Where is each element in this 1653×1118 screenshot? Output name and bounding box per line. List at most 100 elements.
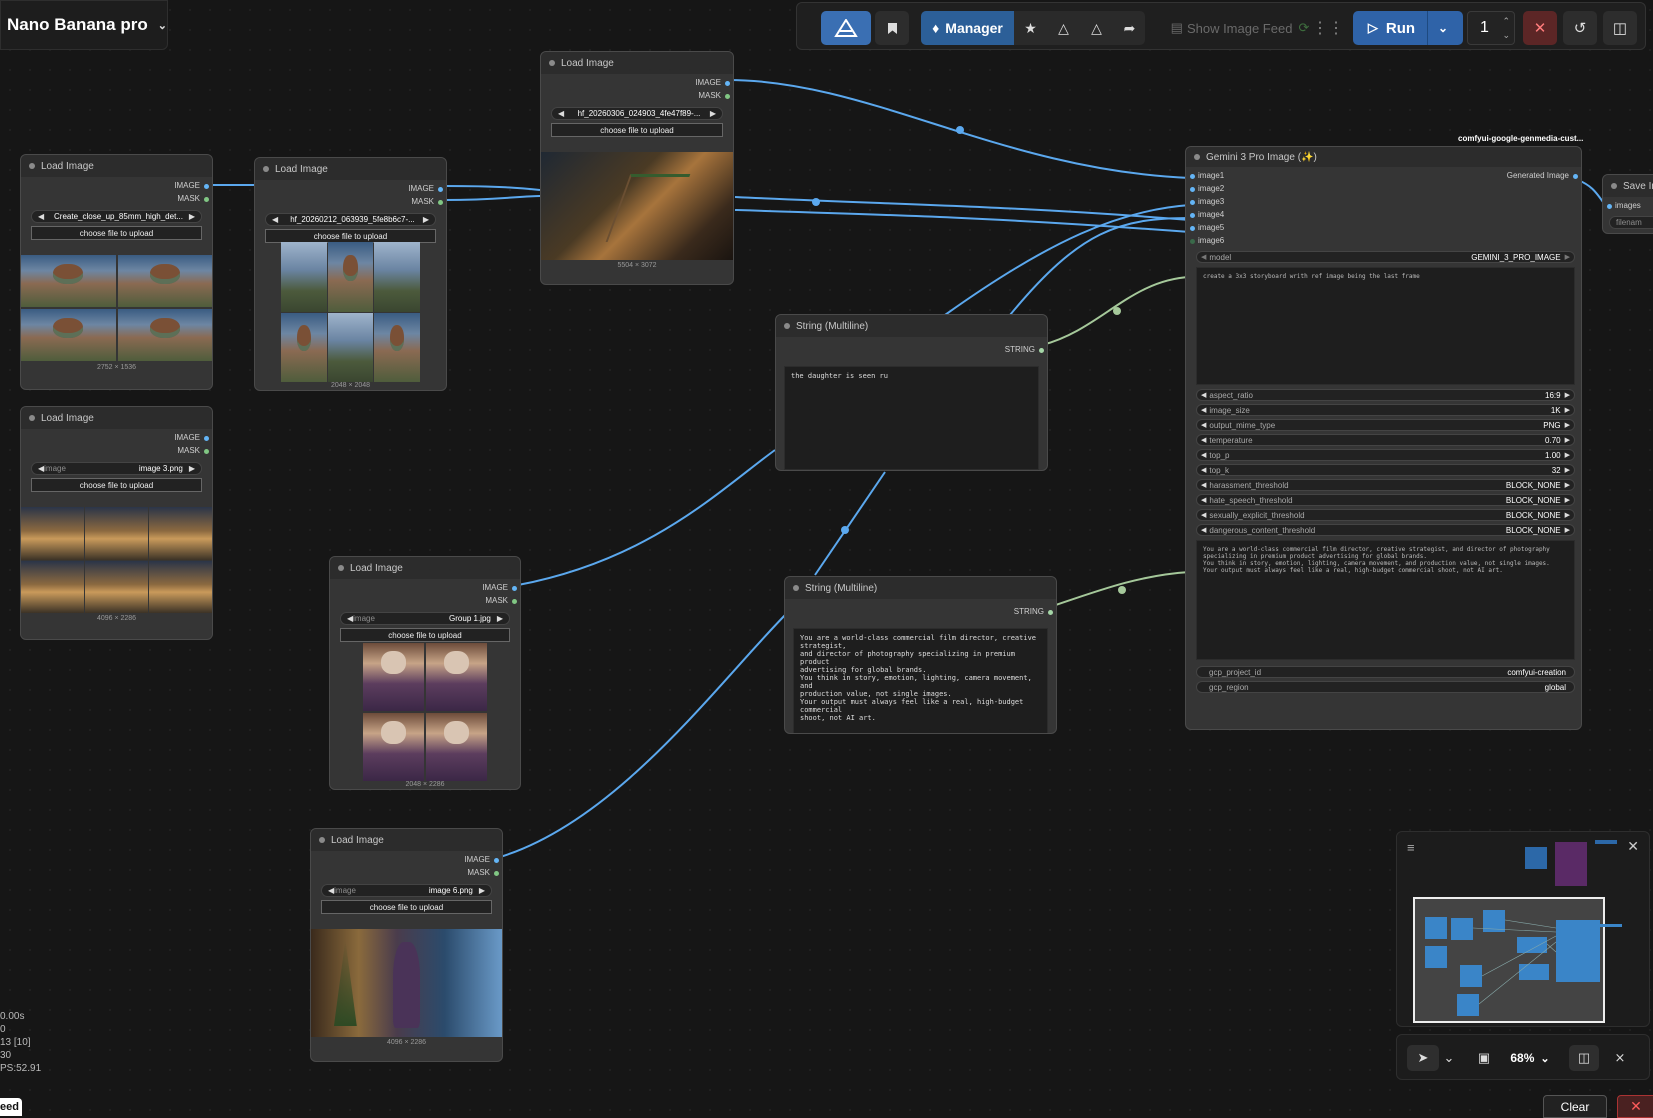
upload-button[interactable]: choose file to upload [31,478,202,492]
comfy-logo-button[interactable] [821,11,871,45]
load-image-node[interactable]: Load Image IMAGE MASK ◀ image Group 1.jpg ▶… [329,556,521,790]
string-multiline-node[interactable]: String (Multiline) STRING You are a worl… [784,576,1057,734]
output-image[interactable]: IMAGE [311,855,502,868]
left-arrow-icon[interactable]: ◀ [1201,481,1206,489]
workflow-title[interactable]: Nano Banana pro ⌄ [0,0,168,50]
left-arrow-icon[interactable]: ◀ [1201,466,1206,474]
zoom-level-button[interactable]: 68% ⌄ [1503,1045,1557,1071]
collapse-dot-icon[interactable] [549,60,555,66]
param-aspect-ratio[interactable]: ◀ aspect_ratio 16:9 ▶ [1196,389,1575,401]
output-image[interactable]: IMAGE [330,583,520,596]
close-feed-button[interactable]: ✕ [1617,1095,1653,1118]
output-image[interactable]: IMAGE [541,78,733,91]
collapse-dot-icon[interactable] [784,323,790,329]
string-textarea[interactable]: You are a world-class commercial film di… [793,628,1048,733]
param-sexually-explicit-threshold[interactable]: ◀ sexually_explicit_threshold BLOCK_NONE ▶ [1196,509,1575,521]
output-string[interactable]: STRING [785,607,1056,620]
right-arrow-icon[interactable]: ▶ [1565,421,1570,429]
image-feed-tab[interactable]: eed [0,1098,22,1116]
manager-button[interactable]: ♦ Manager [921,11,1014,45]
output-generated-image[interactable]: Generated Image [1429,171,1581,184]
prompt-textarea[interactable]: create a 3x3 storyboard writh ref image … [1196,267,1575,385]
minimap-toggle-button[interactable]: ◫ [1569,1045,1599,1071]
input-image6[interactable]: image6 [1186,236,1581,249]
collapse-dot-icon[interactable] [1194,154,1200,160]
param-hate-speech-threshold[interactable]: ◀ hate_speech_threshold BLOCK_NONE ▶ [1196,494,1575,506]
gcp-region-field[interactable]: gcp_region global [1196,681,1575,693]
param-output-mime-type[interactable]: ◀ output_mime_type PNG ▶ [1196,419,1575,431]
image-select[interactable]: ◀ hf_20260212_063939_5fe8b6c7-... ▶ [265,213,436,226]
load-image-node[interactable]: Load Image IMAGE MASK ◀ Create_close_up_8… [20,154,213,390]
show-image-feed-button[interactable]: ▤ Show Image Feed ⟳ [1165,11,1315,45]
right-arrow-icon[interactable]: ▶ [1565,391,1570,399]
input-image5[interactable]: image5 [1186,223,1581,236]
upload-button[interactable]: choose file to upload [31,226,202,240]
left-arrow-icon[interactable]: ◀ [1201,511,1206,519]
image-select[interactable]: ◀ hf_20260306_024903_4fe47f89-... ▶ [551,107,723,120]
hide-links-button[interactable]: ⨯ [1605,1045,1635,1071]
output-mask[interactable]: MASK [255,197,446,210]
upload-button[interactable]: choose file to upload [340,628,510,642]
right-arrow-icon[interactable]: ▶ [1565,406,1570,414]
load-image-node[interactable]: Load Image IMAGE MASK ◀ image image 3.png ▶… [20,406,213,640]
gcp-project-field[interactable]: gcp_project_id comfyui-creation [1196,666,1575,678]
output-image[interactable]: IMAGE [21,433,212,446]
stepper-arrows-icon[interactable]: ⌃ ⌄ [1502,14,1510,42]
output-mask[interactable]: MASK [330,596,520,609]
right-arrow-icon[interactable]: ▶ [1565,496,1570,504]
save-image-node[interactable]: Save In images filenam [1602,174,1653,234]
model-select[interactable]: ◀ model GEMINI_3_PRO_IMAGE ▶ [1196,251,1575,263]
param-top-k[interactable]: ◀ top_k 32 ▶ [1196,464,1575,476]
param-top-p[interactable]: ◀ top_p 1.00 ▶ [1196,449,1575,461]
input-image4[interactable]: image4 [1186,210,1581,223]
output-image[interactable]: IMAGE [21,181,212,194]
filename-field[interactable]: filenam [1609,216,1653,229]
toggle-panel-button[interactable]: ◫ [1603,11,1637,45]
input-image2[interactable]: image2 [1186,184,1581,197]
right-arrow-icon[interactable]: ▶ [1565,511,1570,519]
image-select[interactable]: ◀ Create_close_up_85mm_high_det... ▶ [31,210,202,223]
model2-button[interactable]: △ [1080,11,1113,45]
cancel-run-button[interactable]: ✕ [1523,11,1557,45]
right-arrow-icon[interactable]: ▶ [1565,436,1570,444]
upload-button[interactable]: choose file to upload [265,229,436,243]
left-arrow-icon[interactable]: ◀ [1201,391,1206,399]
drag-handle-icon[interactable]: ⋮⋮ [1312,11,1344,45]
left-arrow-icon[interactable]: ◀ [1201,526,1206,534]
share-button[interactable]: ➦ [1113,11,1146,45]
image-select[interactable]: ◀ image image 3.png ▶ [31,462,202,475]
param-harassment-threshold[interactable]: ◀ harassment_threshold BLOCK_NONE ▶ [1196,479,1575,491]
param-image-size[interactable]: ◀ image_size 1K ▶ [1196,404,1575,416]
output-image[interactable]: IMAGE [255,184,446,197]
load-image-node[interactable]: Load Image IMAGE MASK ◀ image image 6.png ▶… [310,828,503,1062]
string-textarea[interactable]: the daughter is seen ru [784,366,1039,470]
history-button[interactable]: ↺ [1563,11,1597,45]
collapse-dot-icon[interactable] [29,163,35,169]
right-arrow-icon[interactable]: ▶ [1565,451,1570,459]
left-arrow-icon[interactable]: ◀ [1201,421,1206,429]
output-mask[interactable]: MASK [21,446,212,459]
input-images[interactable]: images [1603,201,1653,214]
clear-button[interactable]: Clear [1543,1095,1607,1118]
left-arrow-icon[interactable]: ◀ [1201,451,1206,459]
load-image-node[interactable]: Load Image IMAGE MASK ◀ hf_20260212_06393… [254,157,447,391]
right-arrow-icon[interactable]: ▶ [1565,481,1570,489]
string-multiline-node[interactable]: String (Multiline) STRING the daughter i… [775,314,1048,471]
output-mask[interactable]: MASK [21,194,212,207]
right-arrow-icon[interactable]: ▶ [1565,526,1570,534]
collapse-dot-icon[interactable] [338,565,344,571]
left-arrow-icon[interactable]: ◀ [1201,406,1206,414]
run-button[interactable]: ▷ Run ⌄ [1353,11,1463,45]
collapse-dot-icon[interactable] [1611,183,1617,189]
collapse-dot-icon[interactable] [29,415,35,421]
gemini-pro-image-node[interactable]: Gemini 3 Pro Image (✨) image1 image2 ima… [1185,146,1582,730]
output-mask[interactable]: MASK [541,91,733,104]
bookmark-button[interactable] [875,11,909,45]
upload-button[interactable]: choose file to upload [321,900,492,914]
minimap-panel[interactable]: ≡ ✕ [1396,831,1650,1027]
fit-view-button[interactable]: ▣ [1469,1045,1499,1071]
tool-menu-chevron-icon[interactable]: ⌄ [1441,1045,1457,1071]
output-mask[interactable]: MASK [311,868,502,881]
output-string[interactable]: STRING [776,345,1047,358]
queue-count-input[interactable]: 1 ⌃ ⌄ [1467,11,1515,45]
